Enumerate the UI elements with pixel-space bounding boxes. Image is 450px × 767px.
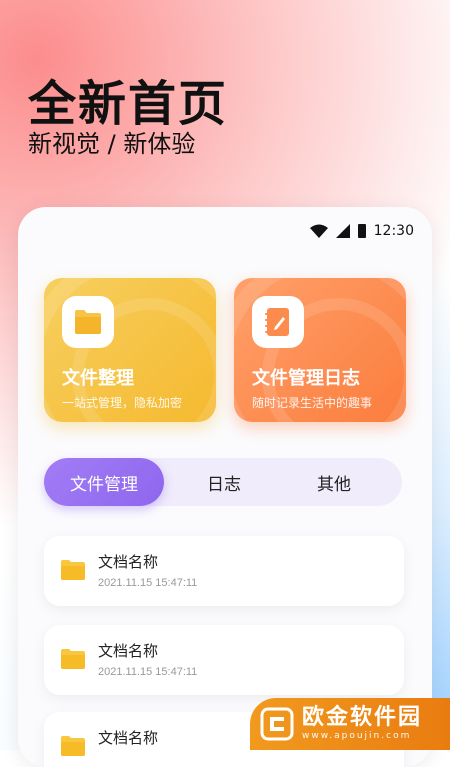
wifi-icon	[309, 224, 328, 238]
card-icon-container	[252, 296, 304, 348]
card-file-organize[interactable]: 文件整理 一站式管理，隐私加密	[44, 278, 216, 422]
file-name: 文档名称	[98, 642, 159, 660]
file-name: 文档名称	[98, 553, 159, 571]
folder-icon	[75, 310, 101, 334]
watermark-name: 欧金软件园	[302, 705, 423, 730]
card-icon-container	[62, 296, 114, 348]
watermark-banner: 欧金软件园 www.apoujin.com	[250, 698, 450, 750]
phone-screen: 12:30 文件整理 一站式管理，隐私加密 文件管理日志 随时记录生活中的趣事 …	[18, 207, 432, 767]
tab-bar: 文件管理 日志 其他	[44, 458, 402, 506]
file-timestamp: 2021.11.15 15:47:11	[98, 577, 198, 589]
watermark-text: 欧金软件园 www.apoujin.com	[302, 706, 422, 742]
file-timestamp: 2021.11.15 15:47:11	[98, 666, 198, 678]
card-file-log[interactable]: 文件管理日志 随时记录生活中的趣事	[234, 278, 406, 422]
file-name: 文档名称	[98, 729, 159, 747]
tab-other[interactable]: 其他	[284, 458, 384, 506]
status-bar: 12:30	[309, 223, 414, 239]
folder-icon	[61, 649, 85, 669]
notebook-icon	[265, 308, 289, 336]
watermark-logo-icon	[260, 707, 294, 741]
card-title: 文件整理	[62, 368, 134, 389]
tab-file-manage[interactable]: 文件管理	[44, 458, 164, 506]
card-subtitle: 随时记录生活中的趣事	[252, 396, 373, 410]
list-item[interactable]: 文档名称 2021.11.15 15:47:11	[44, 536, 404, 606]
card-title: 文件管理日志	[252, 368, 360, 389]
tab-log[interactable]: 日志	[174, 458, 274, 506]
battery-icon	[357, 224, 366, 238]
signal-icon	[335, 224, 350, 238]
list-item[interactable]: 文档名称 2021.11.15 15:47:11	[44, 625, 404, 695]
folder-icon	[61, 736, 85, 756]
hero-subtitle: 新视觉 / 新体验	[28, 130, 196, 158]
status-time: 12:30	[373, 223, 414, 239]
folder-icon	[61, 560, 85, 580]
card-subtitle: 一站式管理，隐私加密	[62, 396, 183, 410]
watermark-url: www.apoujin.com	[302, 731, 412, 741]
